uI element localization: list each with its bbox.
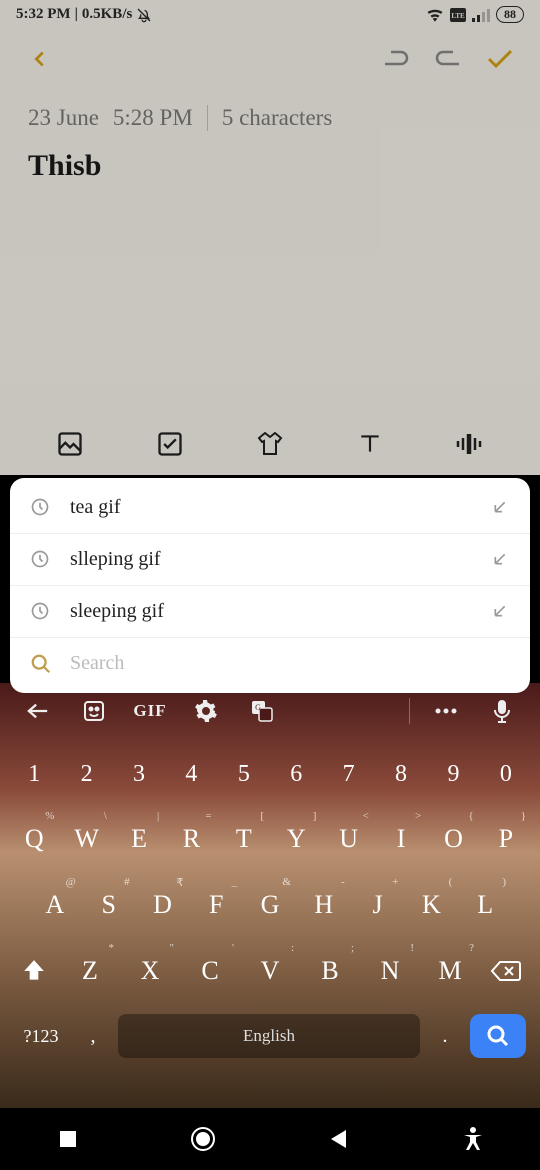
key-y[interactable]: ]Y: [270, 812, 322, 866]
key-o[interactable]: {O: [427, 812, 479, 866]
key-a[interactable]: @A: [28, 878, 82, 932]
key-j[interactable]: +J: [351, 878, 405, 932]
redo-button[interactable]: [432, 43, 464, 75]
recent-apps-button[interactable]: [48, 1119, 88, 1159]
sticker-icon[interactable]: [70, 693, 118, 729]
key-6[interactable]: 6: [270, 749, 322, 800]
key-p[interactable]: }P: [480, 812, 532, 866]
key-1[interactable]: 1: [8, 749, 60, 800]
mic-icon[interactable]: [478, 693, 526, 729]
key-s[interactable]: #S: [82, 878, 136, 932]
key-8[interactable]: 8: [375, 749, 427, 800]
battery-indicator: 88: [496, 6, 524, 23]
key-x[interactable]: "X: [120, 944, 180, 998]
key-t[interactable]: [T: [218, 812, 270, 866]
key-q[interactable]: %Q: [8, 812, 60, 866]
key-f[interactable]: _F: [189, 878, 243, 932]
back-nav-button[interactable]: [318, 1119, 358, 1159]
status-bar: 5:32 PM | 0.5KB/s LTE 88: [0, 0, 540, 29]
navigation-bar: [0, 1108, 540, 1170]
key-2[interactable]: 2: [60, 749, 112, 800]
key-k[interactable]: (K: [404, 878, 458, 932]
key-w[interactable]: \W: [60, 812, 112, 866]
key-m[interactable]: ?M: [420, 944, 480, 998]
insert-arrow-icon[interactable]: [492, 603, 510, 621]
shirt-icon[interactable]: [255, 429, 285, 459]
search-suggestion-popup: tea gif slleping gif sleeping gif Search: [10, 478, 530, 693]
undo-button[interactable]: [380, 43, 412, 75]
key-g[interactable]: &G: [243, 878, 297, 932]
accessibility-button[interactable]: [453, 1119, 493, 1159]
text-format-icon[interactable]: [355, 429, 385, 459]
key-z[interactable]: *Z: [60, 944, 120, 998]
key-i[interactable]: >I: [375, 812, 427, 866]
key-9[interactable]: 9: [427, 749, 479, 800]
app-toolbar: [0, 29, 540, 89]
search-input-row[interactable]: Search: [10, 638, 530, 689]
insert-arrow-icon[interactable]: [492, 551, 510, 569]
kb-back-icon[interactable]: [14, 693, 62, 729]
key-r[interactable]: =R: [165, 812, 217, 866]
key-b[interactable]: ;B: [300, 944, 360, 998]
svg-text:LTE: LTE: [451, 12, 465, 20]
comma-key[interactable]: ,: [78, 1025, 108, 1048]
note-time: 5:28 PM: [113, 105, 193, 131]
back-button[interactable]: [24, 43, 56, 75]
key-l[interactable]: )L: [458, 878, 512, 932]
insert-arrow-icon[interactable]: [492, 499, 510, 517]
key-4[interactable]: 4: [165, 749, 217, 800]
home-button[interactable]: [183, 1119, 223, 1159]
image-icon[interactable]: [55, 429, 85, 459]
key-0[interactable]: 0: [480, 749, 532, 800]
audio-icon[interactable]: [455, 429, 485, 459]
confirm-button[interactable]: [484, 43, 516, 75]
key-h[interactable]: -H: [297, 878, 351, 932]
key-u[interactable]: <U: [322, 812, 374, 866]
more-icon[interactable]: [422, 693, 470, 729]
volte-icon: LTE: [450, 8, 466, 22]
backspace-key[interactable]: [480, 947, 532, 995]
editor-toolbar: [0, 413, 540, 475]
status-time: 5:32 PM: [16, 6, 71, 23]
note-date: 23 June: [28, 105, 99, 131]
search-history-item[interactable]: slleping gif: [10, 534, 530, 586]
signal-icon: [472, 8, 490, 22]
shift-key[interactable]: [8, 946, 60, 996]
history-icon: [30, 549, 52, 571]
history-icon: [30, 497, 52, 519]
key-n[interactable]: !N: [360, 944, 420, 998]
search-history-item[interactable]: tea gif: [10, 482, 530, 534]
search-action-key[interactable]: [470, 1014, 526, 1058]
key-d[interactable]: ₹D: [136, 878, 190, 932]
gif-button[interactable]: GIF: [126, 693, 174, 729]
svg-text:G: G: [255, 703, 261, 712]
note-body[interactable]: Thisb: [0, 139, 540, 193]
history-icon: [30, 601, 52, 623]
key-3[interactable]: 3: [113, 749, 165, 800]
char-count: 5 characters: [222, 105, 332, 131]
keyboard: GIF G 1234567890 %Q\W|E=R[T]Y<U>I{O}P @A…: [0, 683, 540, 1108]
search-placeholder: Search: [70, 652, 510, 675]
key-c[interactable]: 'C: [180, 944, 240, 998]
settings-icon[interactable]: [182, 693, 230, 729]
key-5[interactable]: 5: [218, 749, 270, 800]
key-e[interactable]: |E: [113, 812, 165, 866]
period-key[interactable]: .: [430, 1025, 460, 1048]
checklist-icon[interactable]: [155, 429, 185, 459]
symbols-key[interactable]: ?123: [14, 1026, 68, 1047]
translate-icon[interactable]: G: [238, 693, 286, 729]
status-speed: 0.5KB/s: [82, 6, 132, 23]
search-history-item[interactable]: sleeping gif: [10, 586, 530, 638]
dnd-icon: [136, 7, 152, 23]
note-metadata: 23 June 5:28 PM 5 characters: [0, 89, 540, 139]
key-v[interactable]: :V: [240, 944, 300, 998]
search-icon: [30, 653, 52, 675]
wifi-icon: [426, 8, 444, 22]
spacebar[interactable]: English: [118, 1014, 420, 1058]
key-7[interactable]: 7: [322, 749, 374, 800]
